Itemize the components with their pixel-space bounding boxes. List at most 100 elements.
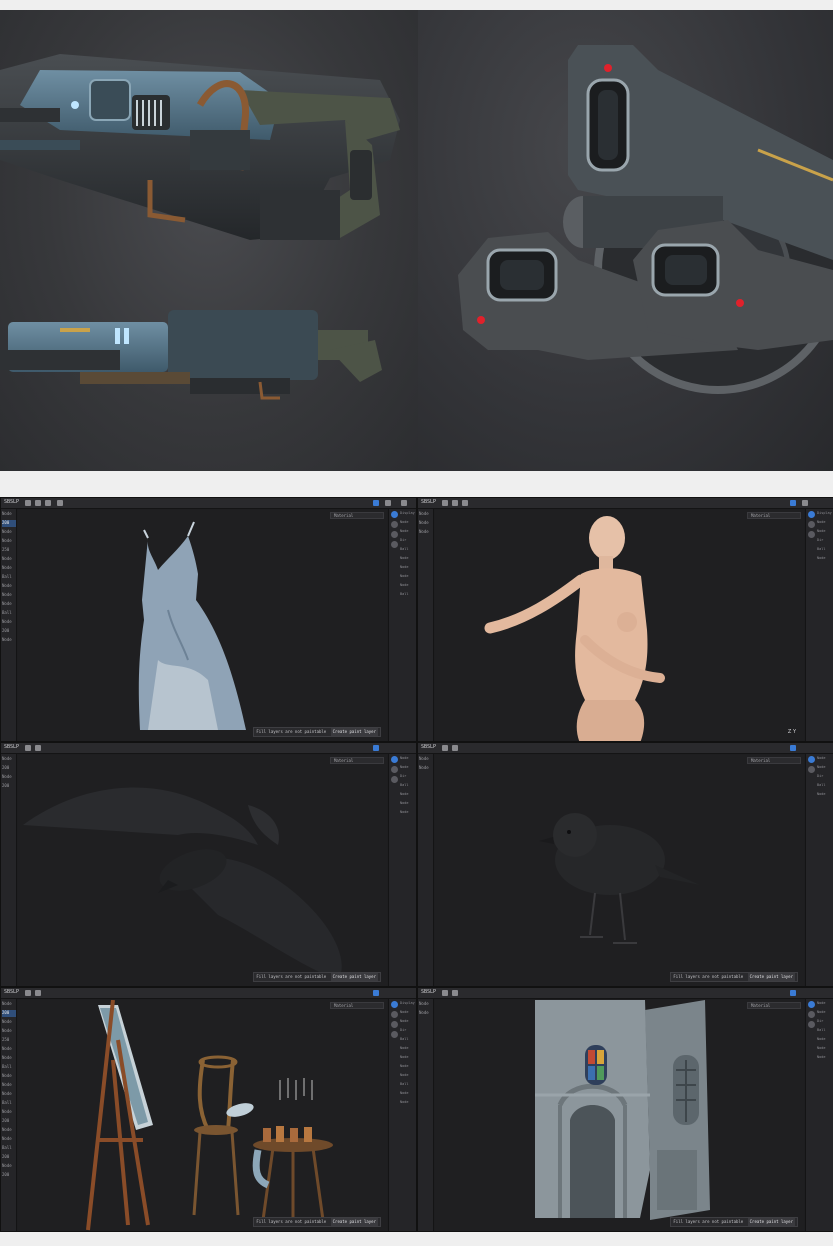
left-item[interactable]: Node — [2, 565, 16, 572]
left-item[interactable]: Node — [2, 1091, 16, 1098]
layer-icon[interactable] — [808, 521, 815, 528]
left-item[interactable]: Node — [2, 1055, 16, 1062]
left-item[interactable]: Node — [2, 538, 16, 545]
left-item[interactable]: Node — [2, 774, 16, 781]
right-label[interactable]: Node — [400, 756, 416, 765]
right-label[interactable]: Node — [817, 1046, 833, 1055]
left-item[interactable]: 250 — [2, 547, 16, 554]
left-item[interactable]: Node — [2, 592, 16, 599]
tool-icon[interactable] — [401, 500, 407, 506]
layer-icon[interactable] — [808, 1021, 815, 1028]
right-label[interactable]: Node — [817, 556, 833, 565]
right-label[interactable]: Ball — [400, 592, 416, 601]
tool-icon[interactable] — [35, 745, 41, 751]
left-item[interactable]: 200 — [2, 783, 16, 790]
tool-icon[interactable] — [452, 990, 458, 996]
left-item[interactable]: Ball — [2, 1064, 16, 1071]
tool-icon[interactable] — [385, 500, 391, 506]
create-paint-layer-button[interactable]: Create paint layer — [747, 1218, 795, 1226]
tool-icon[interactable] — [57, 500, 63, 506]
left-item[interactable]: Node — [2, 601, 16, 608]
left-item[interactable]: Node — [2, 1109, 16, 1116]
right-label[interactable]: Dir — [400, 538, 416, 547]
display-icon[interactable] — [790, 990, 796, 996]
left-item[interactable]: Node — [2, 1001, 16, 1008]
layer-icon[interactable] — [391, 1031, 398, 1038]
left-item[interactable]: Node — [2, 1028, 16, 1035]
right-label[interactable]: Node — [817, 529, 833, 538]
right-label[interactable]: Ball — [400, 783, 416, 792]
layer-icon[interactable] — [391, 766, 398, 773]
left-item[interactable]: 200 — [2, 628, 16, 635]
left-item[interactable]: Node — [2, 529, 16, 536]
right-label[interactable]: Node — [817, 1037, 833, 1046]
left-item[interactable]: Ball — [2, 1100, 16, 1107]
right-label[interactable]: Dir — [400, 1028, 416, 1037]
left-item[interactable]: 200 — [2, 1172, 16, 1179]
right-label[interactable]: Node — [400, 1055, 416, 1064]
right-label[interactable]: Node — [400, 1046, 416, 1055]
layer-icon[interactable] — [391, 531, 398, 538]
layer-icon[interactable] — [391, 541, 398, 548]
right-label[interactable]: Ball — [817, 547, 833, 556]
left-item[interactable]: 200 — [2, 520, 16, 527]
left-item[interactable]: 200 — [2, 765, 16, 772]
layer-icon[interactable] — [391, 756, 398, 763]
tool-icon[interactable] — [45, 500, 51, 506]
layer-icon[interactable] — [808, 1011, 815, 1018]
left-item[interactable]: Node — [2, 619, 16, 626]
tool-icon[interactable] — [25, 745, 31, 751]
tool-icon[interactable] — [452, 745, 458, 751]
tool-icon[interactable] — [442, 990, 448, 996]
viewport[interactable]: Material Fill layers are not paintable C… — [435, 755, 804, 986]
right-label[interactable]: Ball — [400, 1037, 416, 1046]
left-item[interactable]: Node — [2, 1127, 16, 1134]
right-label[interactable]: Ball — [817, 783, 833, 792]
left-item[interactable]: Node — [419, 756, 433, 763]
left-item[interactable]: Node — [2, 1136, 16, 1143]
left-item[interactable]: Node — [419, 529, 433, 536]
left-item[interactable]: Ball — [2, 1145, 16, 1152]
tool-icon[interactable] — [452, 500, 458, 506]
right-label[interactable]: Dir — [817, 774, 833, 783]
layer-icon[interactable] — [808, 511, 815, 518]
layer-icon[interactable] — [391, 1021, 398, 1028]
right-label[interactable]: Node — [817, 765, 833, 774]
right-label[interactable]: Dir — [400, 774, 416, 783]
viewport[interactable]: Material Fill layers are not paintable C… — [18, 510, 387, 741]
left-item[interactable]: Node — [2, 1019, 16, 1026]
layer-icon[interactable] — [391, 776, 398, 783]
viewport[interactable]: Material Fill layers are not paintable C… — [435, 1000, 804, 1231]
left-item[interactable]: 200 — [2, 1010, 16, 1017]
right-label[interactable]: Display — [817, 511, 833, 520]
left-item[interactable]: Node — [2, 1046, 16, 1053]
create-paint-layer-button[interactable]: Create paint layer — [747, 973, 795, 981]
right-label[interactable]: Node — [400, 565, 416, 574]
right-label[interactable]: Node — [400, 520, 416, 529]
right-label[interactable]: Node — [400, 1010, 416, 1019]
left-item[interactable]: 200 — [2, 1118, 16, 1125]
viewport[interactable]: Material Z Y — [435, 510, 804, 741]
left-item[interactable]: 200 — [2, 1154, 16, 1161]
right-label[interactable]: Ball — [400, 1082, 416, 1091]
right-label[interactable]: Node — [400, 583, 416, 592]
create-paint-layer-button[interactable]: Create paint layer — [330, 728, 378, 736]
display-icon[interactable] — [790, 500, 796, 506]
left-item[interactable]: Node — [419, 1001, 433, 1008]
right-label[interactable]: Node — [400, 765, 416, 774]
right-label[interactable]: Ball — [400, 547, 416, 556]
right-label[interactable]: Display — [400, 511, 416, 520]
layer-icon[interactable] — [808, 531, 815, 538]
right-label[interactable]: Node — [817, 792, 833, 801]
left-item[interactable]: Node — [2, 556, 16, 563]
tool-icon[interactable] — [35, 990, 41, 996]
viewport[interactable]: Material Fill layers are not paintable C… — [18, 755, 387, 986]
right-label[interactable]: Node — [817, 1010, 833, 1019]
right-label[interactable]: Node — [400, 574, 416, 583]
tool-icon[interactable] — [802, 500, 808, 506]
tool-icon[interactable] — [442, 745, 448, 751]
right-label[interactable]: Ball — [817, 1028, 833, 1037]
right-label[interactable]: Node — [400, 792, 416, 801]
right-label[interactable]: Dir — [817, 538, 833, 547]
right-label[interactable]: Node — [400, 810, 416, 819]
